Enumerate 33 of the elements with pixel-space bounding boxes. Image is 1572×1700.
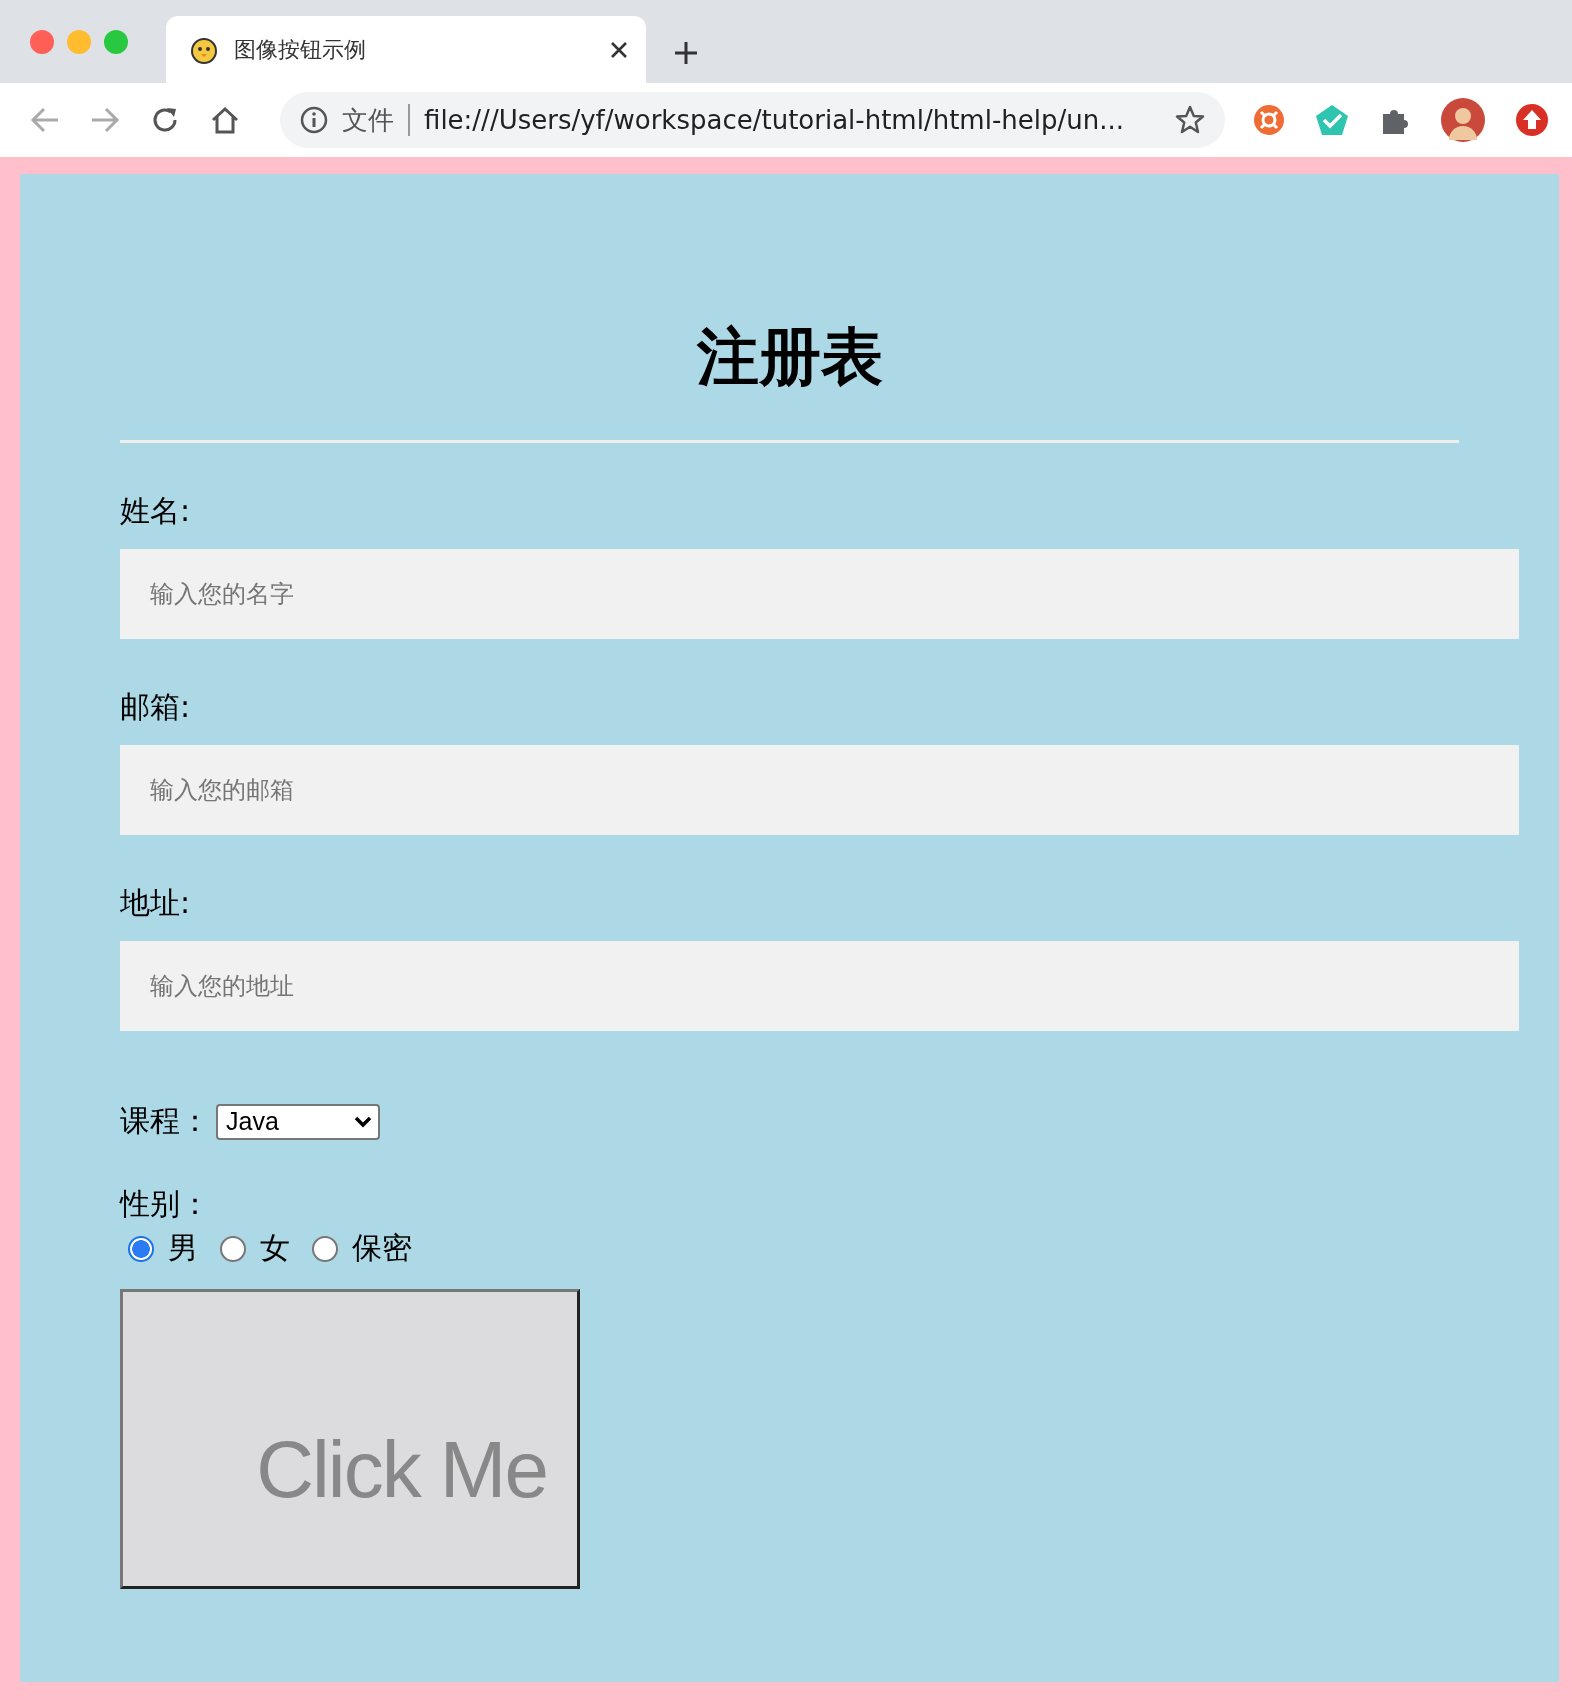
upload-icon[interactable] [1515, 103, 1549, 137]
field-label: 姓名: [120, 493, 191, 529]
gender-label: 性别： [120, 1186, 210, 1222]
form-title: 注册表 [695, 322, 884, 392]
radio-label: 保密 [352, 1229, 412, 1267]
lifebuoy-icon[interactable] [1253, 104, 1285, 136]
check-shield-icon[interactable] [1315, 104, 1349, 136]
caret-icon [354, 1115, 372, 1128]
field-label: 地址: [120, 885, 191, 921]
close-window-icon[interactable] [30, 29, 54, 54]
course-label: 课程： [120, 1102, 210, 1140]
field-label: 邮箱: [120, 689, 191, 725]
scheme-label: 文件 [342, 104, 410, 136]
new-tab-icon[interactable] [674, 41, 698, 65]
url-text: file:///Users/yf/workspace/tutorial-html/html-help/un... [424, 105, 1125, 135]
browser-tab[interactable]: 图像按钮示例 [166, 16, 646, 83]
info-icon[interactable] [300, 106, 328, 134]
input-field[interactable]: 输入您的邮箱 [120, 745, 1519, 835]
radio-label: 女 [260, 1229, 290, 1267]
close-tab-icon[interactable] [610, 40, 628, 59]
input-field[interactable]: 输入您的地址 [120, 941, 1519, 1031]
course-select[interactable]: Java [216, 1103, 380, 1140]
home-icon[interactable] [210, 106, 240, 134]
radio-label: 男 [168, 1229, 198, 1267]
input-field[interactable]: 输入您的名字 [120, 549, 1519, 639]
radio-button[interactable] [220, 1235, 246, 1262]
star-icon[interactable] [1175, 105, 1205, 135]
forward-icon[interactable] [90, 107, 120, 133]
address-bar[interactable]: 文件 file:///Users/yf/workspace/tutorial-html/html-help/un... [280, 92, 1225, 148]
radio-button[interactable] [128, 1235, 154, 1262]
avatar-icon[interactable] [1441, 98, 1485, 142]
back-icon[interactable] [30, 107, 60, 133]
radio-button[interactable] [312, 1235, 338, 1262]
